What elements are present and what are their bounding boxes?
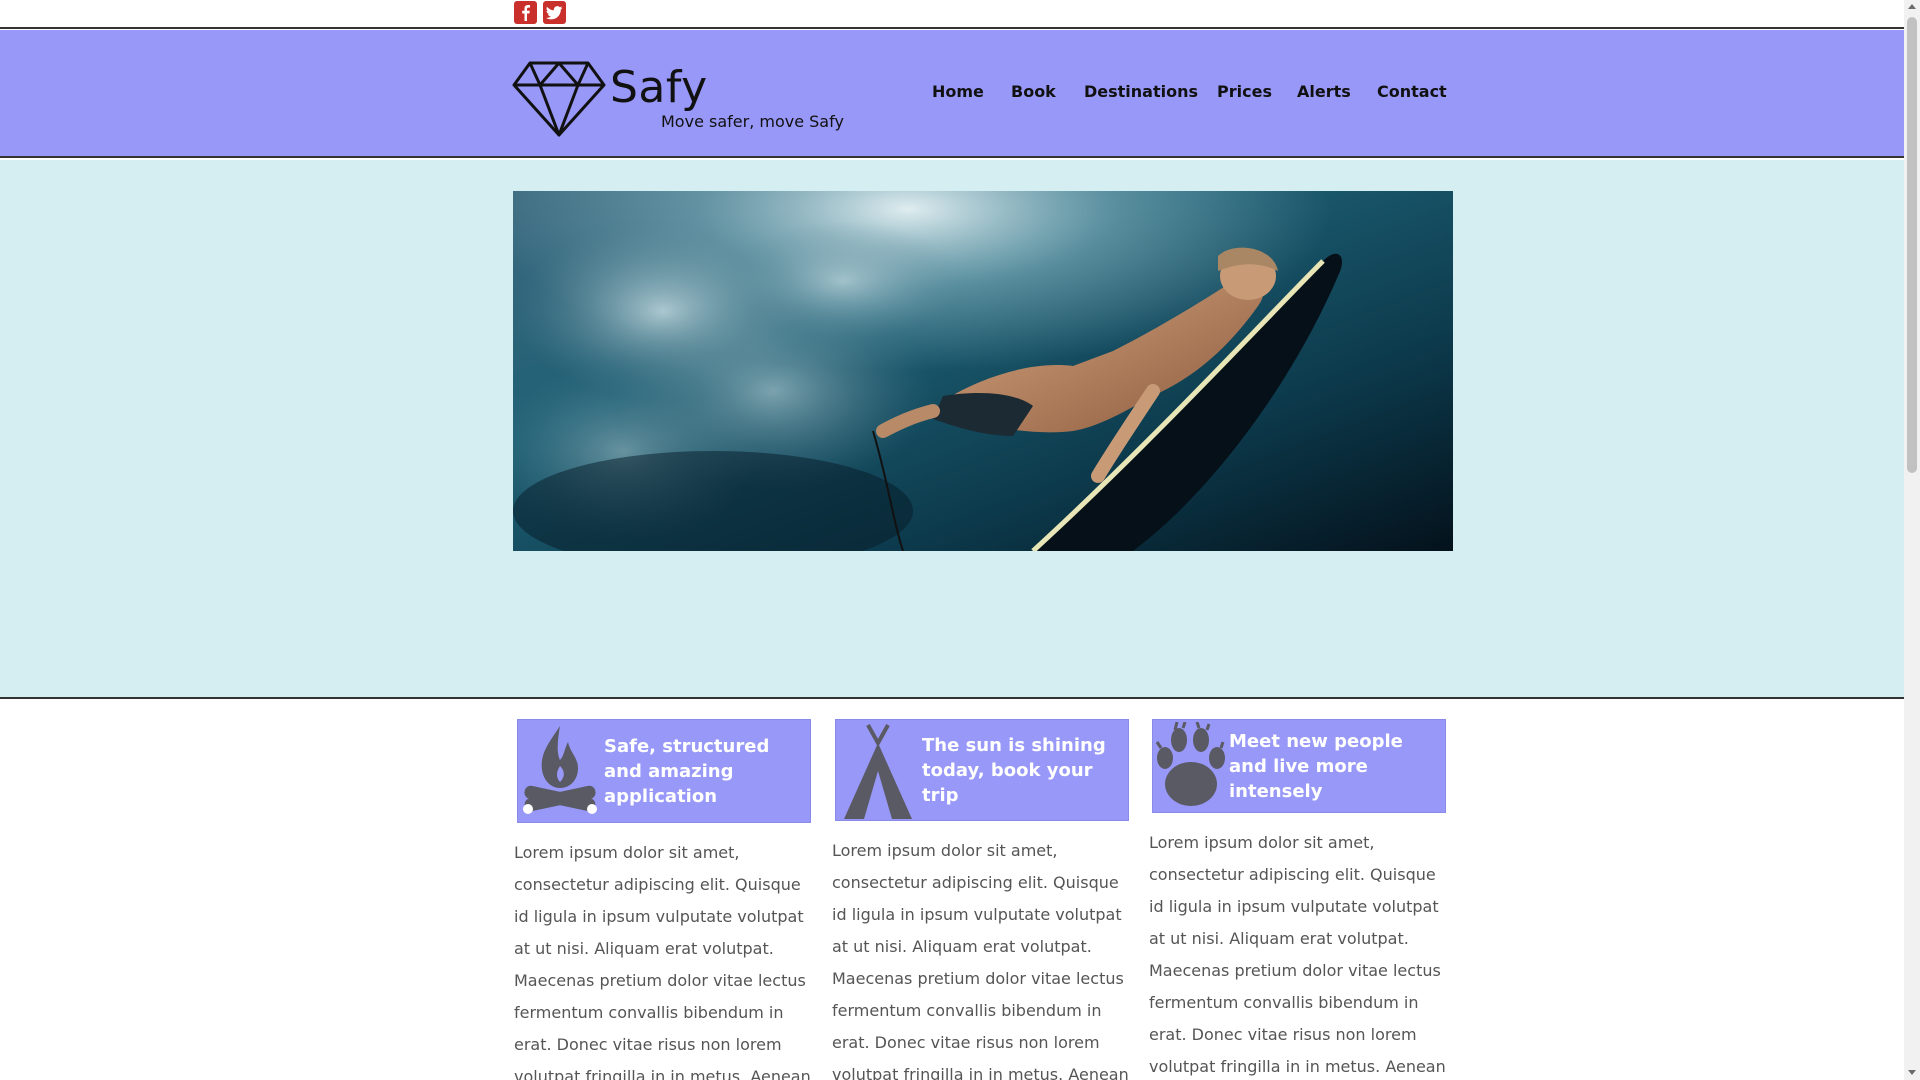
- feature-title: Meet new people and live more intensely: [1229, 730, 1403, 802]
- feature-card: The sun is shining today, book your trip: [835, 719, 1129, 821]
- brand-tagline: Move safer, move Safy: [661, 112, 844, 131]
- hero-image: [513, 191, 1453, 551]
- feature-card: Meet new people and live more intensely: [1152, 719, 1446, 813]
- campfire-icon: [523, 726, 597, 814]
- tent-icon: [844, 724, 912, 819]
- social-bar: [0, 0, 1904, 29]
- feature-title: Safe, structured and amazing application: [604, 735, 770, 807]
- feature-text: Lorem ipsum dolor sit amet, consectetur …: [832, 841, 1129, 1080]
- nav-item-prices[interactable]: Prices: [1217, 82, 1272, 101]
- nav-item-book[interactable]: Book: [1011, 82, 1056, 101]
- twitter-icon[interactable]: [543, 1, 566, 24]
- brand-name[interactable]: Safy: [610, 62, 708, 113]
- site-header: Safy Move safer, move Safy Home Book Des…: [0, 30, 1904, 158]
- feature-column: Safe, structured and amazing application…: [514, 719, 811, 1080]
- nav-item-destinations[interactable]: Destinations: [1084, 82, 1198, 101]
- nav-item-contact[interactable]: Contact: [1377, 82, 1447, 101]
- scroll-thumb[interactable]: [1907, 17, 1917, 473]
- feature-text: Lorem ipsum dolor sit amet, consectetur …: [514, 843, 811, 1080]
- feature-column: The sun is shining today, book your trip…: [832, 719, 1129, 1080]
- page: Safy Move safer, move Safy Home Book Des…: [0, 0, 1904, 1080]
- scroll-up-arrow-icon[interactable]: [1908, 4, 1916, 9]
- nav-item-alerts[interactable]: Alerts: [1297, 82, 1351, 101]
- diamond-logo-icon[interactable]: [512, 61, 606, 137]
- feature-column: Meet new people and live more intensely …: [1149, 719, 1446, 1080]
- feature-title: The sun is shining today, book your trip: [922, 734, 1106, 806]
- facebook-icon[interactable]: [514, 1, 537, 24]
- vertical-scrollbar[interactable]: [1904, 0, 1920, 1080]
- paw-icon: [1155, 722, 1225, 806]
- feature-card: Safe, structured and amazing application: [517, 719, 811, 823]
- nav-item-home[interactable]: Home: [932, 82, 984, 101]
- hero-section: [0, 160, 1904, 699]
- scroll-down-arrow-icon[interactable]: [1908, 1070, 1916, 1075]
- feature-text: Lorem ipsum dolor sit amet, consectetur …: [1149, 833, 1446, 1076]
